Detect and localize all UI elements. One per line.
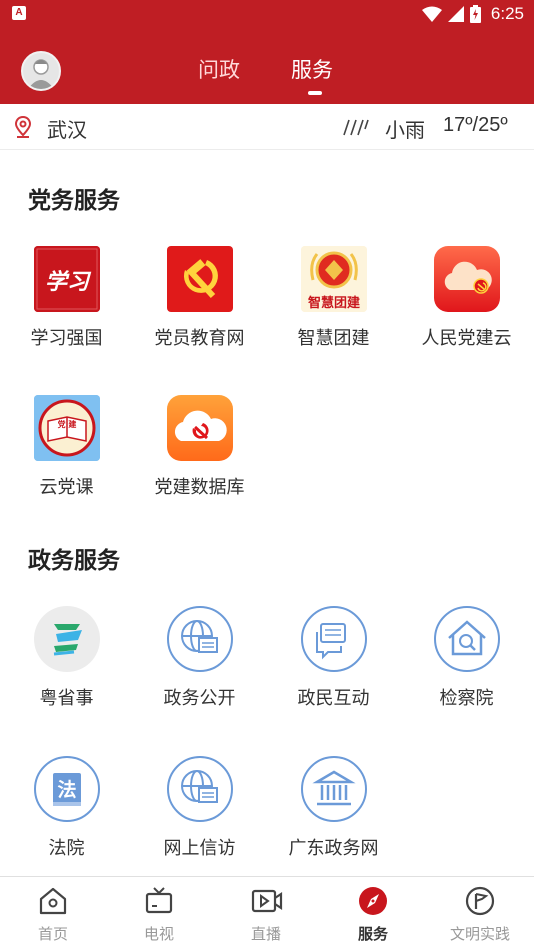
battery-icon bbox=[469, 5, 481, 23]
home-icon bbox=[39, 887, 67, 915]
service-label: 检察院 bbox=[439, 688, 494, 709]
location-weather-bar: 武汉 小雨 17º/25º bbox=[0, 104, 534, 150]
service-yue-sheng-shi[interactable]: 粤省事 bbox=[0, 606, 133, 746]
wifi-icon bbox=[421, 6, 442, 22]
service-procuratorate[interactable]: 检察院 bbox=[400, 606, 533, 746]
party-emblem-icon bbox=[167, 246, 233, 312]
party-book-icon: 党 建 bbox=[34, 395, 100, 461]
live-video-icon bbox=[251, 889, 283, 913]
chat-bubbles-icon bbox=[301, 606, 367, 672]
yue-sheng-shi-icon bbox=[34, 606, 100, 672]
bottom-nav-service[interactable]: 服务 bbox=[320, 877, 426, 950]
tab-wenzheng[interactable]: 问政 bbox=[198, 54, 240, 84]
party-book-icon-text: 党 建 bbox=[57, 420, 77, 429]
location-pin-icon[interactable] bbox=[14, 116, 32, 138]
service-party-cloud[interactable]: 人民党建云 bbox=[400, 246, 533, 386]
weather-temperature: 17º/25º bbox=[443, 114, 508, 136]
service-label: 云党课 bbox=[39, 477, 94, 498]
user-icon bbox=[28, 59, 54, 89]
globe-document-icon bbox=[167, 606, 233, 672]
party-cloud-icon bbox=[434, 246, 500, 312]
service-cloud-party-class[interactable]: 党 建 云党课 bbox=[0, 395, 133, 535]
bottom-nav-home[interactable]: 首页 bbox=[0, 877, 106, 950]
service-label: 党员教育网 bbox=[154, 328, 245, 349]
bottom-nav-civilization-practice[interactable]: 文明实践 bbox=[427, 877, 533, 950]
status-bar: A 6:25 bbox=[0, 0, 534, 28]
service-label: 网上信访 bbox=[163, 838, 236, 859]
service-label: 法院 bbox=[48, 838, 85, 859]
compass-icon bbox=[359, 887, 387, 915]
law-book-icon-text: 法 bbox=[57, 779, 77, 801]
status-time: 6:25 bbox=[490, 4, 524, 23]
service-citizen-interaction[interactable]: 政民互动 bbox=[267, 606, 400, 746]
service-online-petition[interactable]: 网上信访 bbox=[133, 756, 266, 896]
youth-league-icon: 智慧团建 bbox=[301, 246, 367, 312]
section-title-government-services: 政务服务 bbox=[28, 548, 120, 574]
service-party-database[interactable]: 党建数据库 bbox=[133, 395, 266, 535]
bottom-nav-label: 首页 bbox=[37, 925, 68, 943]
bottom-nav-label: 文明实践 bbox=[449, 925, 510, 943]
service-label: 人民党建云 bbox=[421, 328, 512, 349]
service-label: 学习强国 bbox=[30, 328, 103, 349]
bottom-nav-label: 直播 bbox=[250, 925, 281, 943]
government-building-icon bbox=[301, 756, 367, 822]
status-indicators: 6:25 bbox=[421, 3, 524, 25]
service-court[interactable]: 法 法院 bbox=[0, 756, 133, 896]
bottom-nav-live[interactable]: 直播 bbox=[213, 877, 319, 950]
youth-league-icon-text: 智慧团建 bbox=[307, 296, 360, 311]
xuexi-icon-text: 学习 bbox=[44, 269, 89, 295]
service-label: 智慧团建 bbox=[297, 328, 370, 349]
service-party-education[interactable]: 党员教育网 bbox=[133, 246, 266, 386]
app-header: A 6:25 问政 服务 bbox=[0, 0, 534, 104]
bottom-nav-tv[interactable]: 电视 bbox=[106, 877, 212, 950]
service-government-disclosure[interactable]: 政务公开 bbox=[133, 606, 266, 746]
avatar[interactable] bbox=[21, 51, 61, 91]
service-guangdong-gov-portal[interactable]: 广东政务网 bbox=[267, 756, 400, 896]
house-search-icon bbox=[434, 606, 500, 672]
section-title-party-services: 党务服务 bbox=[28, 188, 120, 214]
service-label: 粤省事 bbox=[39, 688, 94, 709]
globe-message-icon bbox=[167, 756, 233, 822]
active-tab-indicator bbox=[308, 91, 322, 95]
party-database-icon bbox=[167, 395, 233, 461]
service-label: 政民互动 bbox=[297, 688, 370, 709]
weather-description: 小雨 bbox=[385, 118, 425, 142]
signal-icon bbox=[447, 6, 464, 22]
app-notification-icon: A bbox=[12, 6, 26, 20]
location-city[interactable]: 武汉 bbox=[47, 114, 87, 143]
xuexi-qiangguo-icon: 学习 bbox=[34, 246, 100, 312]
service-label: 政务公开 bbox=[163, 688, 236, 709]
law-book-icon: 法 bbox=[34, 756, 100, 822]
flag-icon bbox=[465, 886, 495, 916]
bottom-nav-label: 服务 bbox=[357, 925, 388, 943]
tv-icon bbox=[145, 887, 173, 914]
service-youth-league[interactable]: 智慧团建 智慧团建 bbox=[267, 246, 400, 386]
bottom-navigation: 首页 电视 直播 服务 文明实践 bbox=[0, 876, 534, 950]
service-label: 党建数据库 bbox=[154, 477, 245, 498]
top-nav: 问政 服务 bbox=[0, 28, 534, 104]
rain-icon bbox=[343, 119, 369, 136]
tab-fuwu[interactable]: 服务 bbox=[291, 54, 333, 84]
bottom-nav-label: 电视 bbox=[143, 925, 174, 943]
service-xuexi-qiangguo[interactable]: 学习 学习强国 bbox=[0, 246, 133, 386]
service-label: 广东政务网 bbox=[288, 838, 379, 859]
